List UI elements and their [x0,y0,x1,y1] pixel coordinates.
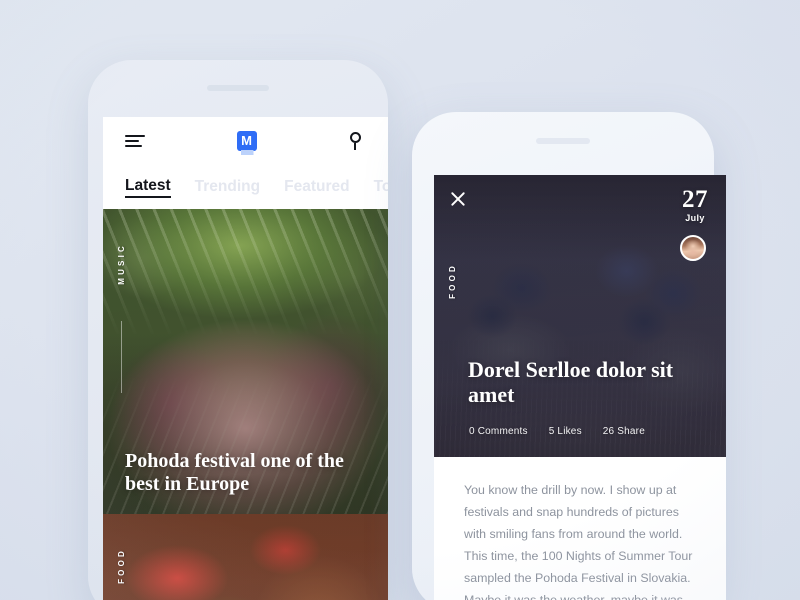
tab-bar: Latest Trending Featured Toc [103,165,388,209]
article-body: You know the drill by now. I show up at … [434,457,726,600]
phone-screen-right: 27 July FOOD Dorel Serlloe dolor sit ame… [434,175,726,600]
app-header: M [103,117,388,165]
card-category-rule [121,321,122,393]
article-meta: 0 Comments 5 Likes 26 Share [469,426,645,437]
meta-shares[interactable]: 26 Share [603,426,645,437]
card-category-label: MUSIC [117,243,126,285]
hamburger-line [125,145,142,147]
article-date: 27 July [682,187,708,223]
article-hero: 27 July FOOD Dorel Serlloe dolor sit ame… [434,175,726,457]
tab-featured[interactable]: Featured [284,178,349,196]
app-logo[interactable]: M [145,131,348,151]
phone-speaker-right [536,138,590,144]
card-headline: Pohoda festival one of the best in Europ… [125,450,344,495]
phone-speaker-left [207,85,269,91]
article-date-month: July [685,213,705,223]
meta-comments[interactable]: 0 Comments [469,426,528,437]
close-icon[interactable] [450,191,466,207]
scene-background: M Latest Trending Featured Toc MUSIC [0,0,800,600]
meta-likes[interactable]: 5 Likes [549,426,582,437]
article-feed: MUSIC Pohoda festival one of the best in… [103,209,388,600]
card-image-overlay [103,514,388,600]
feed-card-food[interactable]: FOOD [103,514,388,600]
card-category-label: FOOD [117,548,126,584]
tab-latest[interactable]: Latest [125,177,171,198]
hamburger-menu-icon[interactable] [125,135,145,147]
search-icon[interactable] [348,132,366,150]
author-avatar[interactable] [680,235,706,261]
hamburger-line [125,135,145,137]
feed-card-music[interactable]: MUSIC Pohoda festival one of the best in… [103,209,388,514]
tab-trending[interactable]: Trending [195,178,260,196]
logo-badge: M [236,131,257,151]
article-category-label: FOOD [448,263,457,299]
article-date-day: 27 [682,186,708,213]
phone-mockup-left: M Latest Trending Featured Toc MUSIC [88,60,388,600]
phone-screen-left: M Latest Trending Featured Toc MUSIC [103,117,388,600]
phone-mockup-right: 27 July FOOD Dorel Serlloe dolor sit ame… [412,112,726,600]
article-body-text: You know the drill by now. I show up at … [464,483,693,600]
article-title: Dorel Serlloe dolor sit amet [468,357,674,407]
tab-top[interactable]: Toc [374,178,388,196]
hamburger-line [125,140,139,142]
